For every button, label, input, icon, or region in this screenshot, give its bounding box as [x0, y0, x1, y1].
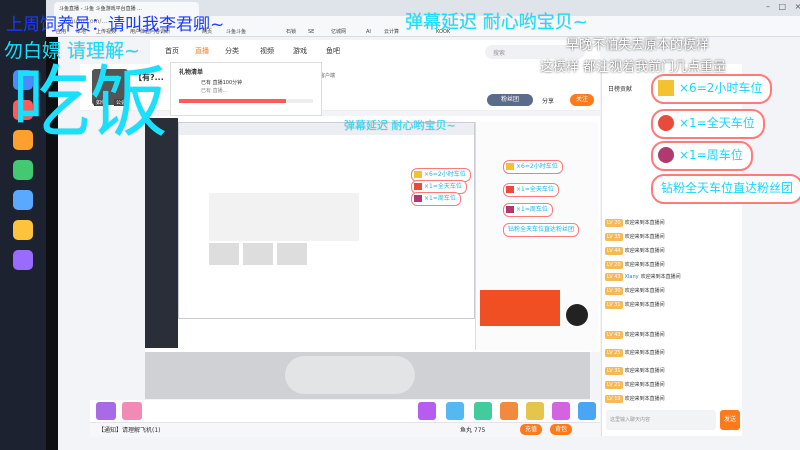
vehicle-badge-small: ×1=周车位: [411, 192, 461, 206]
taskbar-app-icon[interactable]: [13, 250, 33, 270]
gift-item[interactable]: [418, 402, 436, 420]
minimize-button[interactable]: –: [766, 2, 770, 11]
inner-promo-banner: [480, 290, 560, 326]
chat-message: LV 31 欢迎来到本直播间: [605, 367, 665, 375]
rocket-icon: [658, 115, 674, 131]
gold-bar-icon: [506, 163, 514, 170]
chat-header: 日榜贡献: [608, 86, 633, 93]
gift-item[interactable]: [526, 402, 544, 420]
search-input[interactable]: 搜索: [493, 48, 505, 57]
progress-track: [179, 99, 313, 103]
gold-bar-icon: [658, 80, 674, 96]
bookmark-item[interactable]: 云计算: [384, 27, 399, 37]
gold-bar-icon: [414, 171, 422, 178]
overlay-lyric-1: 早晚不怕失去原本的模样: [566, 38, 710, 53]
vehicle-badge-day: ×1=全天车位: [651, 109, 765, 139]
fishball-count: 鱼丸 775: [460, 427, 486, 434]
bookmark-item[interactable]: 亿城网: [331, 27, 346, 37]
gift-item[interactable]: [474, 402, 492, 420]
inner-browser-window: [178, 122, 475, 319]
chat-message: LV 25 欢迎来到本直播间: [605, 349, 665, 357]
watermark-logo: [285, 356, 415, 394]
chat-message: LV 19 欢迎来到本直播间: [605, 395, 665, 403]
gift-item[interactable]: [446, 402, 464, 420]
notice-text: 【通知】请理解飞机(1): [98, 427, 161, 434]
vehicle-badge-2hour: ×6=2小时车位: [651, 74, 773, 104]
chat-input[interactable]: 这里输入聊天内容: [606, 410, 716, 430]
backpack-button[interactable]: 背包: [550, 424, 572, 435]
bookmark-item[interactable]: AI: [366, 27, 371, 37]
rocket-purple-icon: [658, 147, 674, 163]
gift-item[interactable]: [122, 402, 142, 420]
bookmark-item[interactable]: 斗鱼斗鱼: [226, 27, 246, 37]
progress-fill: [179, 99, 287, 103]
rocket-icon: [506, 186, 514, 193]
inner-avatar: [566, 304, 588, 326]
window-controls[interactable]: – □ ×: [766, 2, 800, 11]
chat-message: LV 35 欢迎来到本直播间: [605, 233, 665, 241]
nav-video[interactable]: 视频: [260, 46, 274, 56]
rocket-icon: [414, 183, 422, 190]
chat-message: LV 44 欢迎来到本直播间: [605, 247, 665, 255]
send-button[interactable]: 发送: [720, 410, 740, 430]
bookmark-item[interactable]: 石锁: [286, 27, 296, 37]
chat-message: LV 43 Xlany 欢迎来到本直播间: [605, 273, 681, 281]
bottom-input-bar: 【通知】请理解飞机(1) 鱼丸 775 充值 背包: [90, 422, 600, 437]
chat-message: LV 30 欢迎来到本直播间: [605, 287, 665, 295]
rocket-purple-icon: [506, 206, 514, 213]
inner-thumb: [243, 243, 273, 265]
inner-thumb: [277, 243, 307, 265]
rocket-purple-icon: [414, 195, 422, 202]
overlay-delay-text: 弹幕延迟 耐心哟宝贝~: [405, 12, 588, 33]
taskbar-app-icon[interactable]: [13, 190, 33, 210]
vehicle-badge-small: ×1=全天车位: [503, 183, 559, 197]
chat-message: LV 31 欢迎来到本直播间: [605, 301, 665, 309]
fans-club-button[interactable]: 粉丝团: [487, 94, 533, 106]
gift-item[interactable]: [500, 402, 518, 420]
chat-message: LV 20 欢迎来到本直播间: [605, 219, 665, 227]
dropdown-line: 已有 直播100分钟: [201, 80, 243, 86]
overlay-keeper-text: 上周饲养员：请叫我李君卿~: [6, 15, 225, 35]
stream-bottom-panel: [145, 352, 590, 399]
inner-taskbar: [145, 118, 178, 348]
follow-button[interactable]: 关注: [570, 94, 594, 106]
vehicle-badge-small: 钻粉全天车位直达粉丝团: [503, 223, 580, 237]
share-button[interactable]: 分享: [542, 96, 554, 105]
overlay-delay-inner-text: 弹幕延迟 耐心哟宝贝~: [344, 119, 456, 132]
bookmark-item[interactable]: SE: [308, 27, 314, 37]
taskbar-app-icon[interactable]: [13, 160, 33, 180]
nav-game[interactable]: 游戏: [293, 46, 307, 56]
gift-item[interactable]: [578, 402, 596, 420]
chat-message: LV 21 欢迎来到本直播间: [605, 381, 665, 389]
reward-dropdown: 礼物清单 已有 直播100分钟 已有 直播...: [170, 62, 322, 116]
gift-item[interactable]: [552, 402, 570, 420]
taskbar-app-icon[interactable]: [13, 220, 33, 240]
vehicle-badge-fans: 钻粉全天车位直达粉丝团: [651, 174, 800, 204]
site-nav: 首页 直播 分类 视频 游戏 鱼吧 搜索: [150, 40, 600, 64]
close-button[interactable]: ×: [795, 2, 800, 11]
recharge-button[interactable]: 充值: [520, 424, 542, 435]
dropdown-title: 礼物清单: [179, 69, 204, 76]
chat-message: LV 43 欢迎来到本直播间: [605, 331, 665, 339]
dropdown-line: 已有 直播...: [201, 88, 228, 94]
vehicle-badge-small: ×6=2小时车位: [503, 160, 563, 174]
client-link[interactable]: 客户端: [320, 72, 335, 79]
vehicle-badge-week: ×1=周车位: [651, 141, 753, 171]
maximize-button[interactable]: □: [779, 2, 787, 11]
vehicle-badge-small: ×1=周车位: [503, 203, 553, 217]
overlay-lyric-2: 这模样 都注视着我前门几点重量: [540, 60, 727, 75]
gift-item[interactable]: [96, 402, 116, 420]
nav-home[interactable]: 首页: [165, 46, 179, 56]
gift-bar: [90, 400, 600, 422]
chat-input-placeholder: 这里输入聊天内容: [610, 417, 651, 423]
overlay-eating-big-text: 吃饭: [12, 58, 169, 148]
inner-thumb: [209, 243, 239, 265]
inner-content-block: [209, 193, 359, 241]
nav-live[interactable]: 直播: [195, 46, 209, 56]
nav-category[interactable]: 分类: [225, 46, 239, 56]
nav-fishbar[interactable]: 鱼吧: [326, 46, 340, 56]
chat-message: LV 20 欢迎来到本直播间: [605, 261, 665, 269]
